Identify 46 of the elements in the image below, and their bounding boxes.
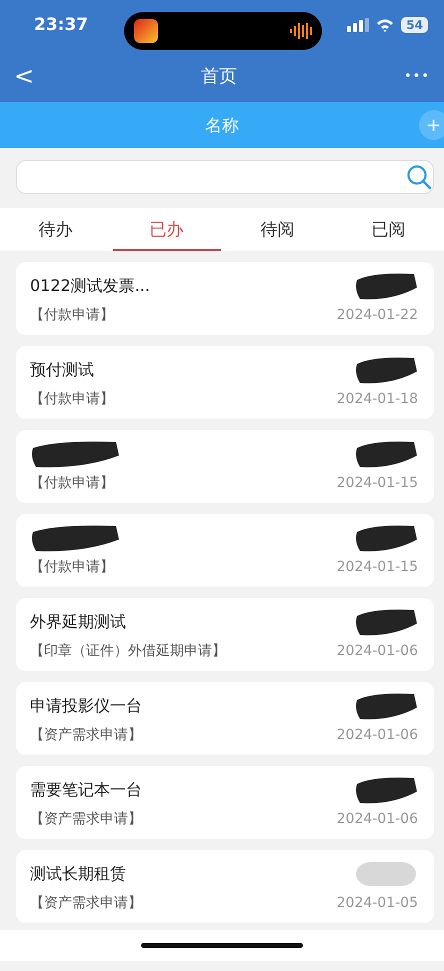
item-date: 2024-01-22 [336, 307, 418, 323]
item-title: 测试长期租赁 [30, 864, 127, 884]
signal-icon [347, 18, 370, 32]
item-title: 0122测试发票... [30, 276, 151, 296]
list-card[interactable]: 测试长期租赁 【资产需求申请】 2024-01-05 [16, 850, 434, 923]
item-category: 【资产需求申请】 [30, 810, 143, 828]
tab[interactable]: 已办 [111, 208, 222, 251]
tab[interactable]: 待办 [0, 208, 111, 251]
item-title: 需要笔记本一台 [30, 780, 143, 800]
list-card[interactable]: 需要笔记本一台 【资产需求申请】 2024-01-06 [16, 766, 434, 839]
tab[interactable]: 待阅 [222, 208, 333, 251]
status-time: 23:37 [34, 15, 88, 35]
back-button[interactable]: < [14, 62, 34, 90]
audio-wave-icon [290, 22, 312, 40]
item-category: 【付款申请】 [30, 390, 115, 408]
more-button[interactable]: ••• [404, 68, 430, 84]
item-date: 2024-01-06 [336, 811, 418, 827]
list-card[interactable]: 预付测试 【付款申请】 2024-01-18 [16, 346, 434, 419]
search-icon [406, 164, 432, 190]
item-date: 2024-01-06 [336, 727, 418, 743]
item-category: 【付款申请】 [30, 474, 115, 492]
item-date: 2024-01-15 [336, 559, 418, 575]
page-title: 首页 [201, 65, 238, 88]
item-category: 【资产需求申请】 [30, 726, 143, 744]
search-field[interactable] [16, 160, 434, 194]
list-card[interactable]: 申请投影仪一台 【资产需求申请】 2024-01-06 [16, 682, 434, 755]
item-title: 外界延期测试 [30, 612, 127, 632]
item-category: 【付款申请】 [30, 558, 115, 576]
item-date: 2024-01-06 [336, 643, 418, 659]
header-title: 名称 [205, 114, 239, 136]
item-date: 2024-01-15 [336, 475, 418, 491]
item-date: 2024-01-18 [336, 391, 418, 407]
list-card[interactable]: 外界延期测试 【印章（证件）外借延期申请】 2024-01-06 [16, 598, 434, 671]
item-category: 【付款申请】 [30, 306, 115, 324]
list-card[interactable]: 【付款申请】 2024-01-15 [16, 514, 434, 587]
item-title: 申请投影仪一台 [30, 696, 143, 716]
item-date: 2024-01-05 [336, 895, 418, 911]
app-icon [134, 19, 158, 43]
battery-level: 54 [401, 17, 428, 33]
item-title: 预付测试 [30, 360, 95, 380]
tab[interactable]: 已阅 [333, 208, 444, 251]
wifi-icon [376, 18, 394, 32]
list-card[interactable]: 【付款申请】 2024-01-15 [16, 430, 434, 503]
item-category: 【印章（证件）外借延期申请】 [30, 642, 227, 660]
item-category: 【资产需求申请】 [30, 894, 143, 912]
list-card[interactable]: 0122测试发票... 【付款申请】 2024-01-22 [16, 262, 434, 335]
